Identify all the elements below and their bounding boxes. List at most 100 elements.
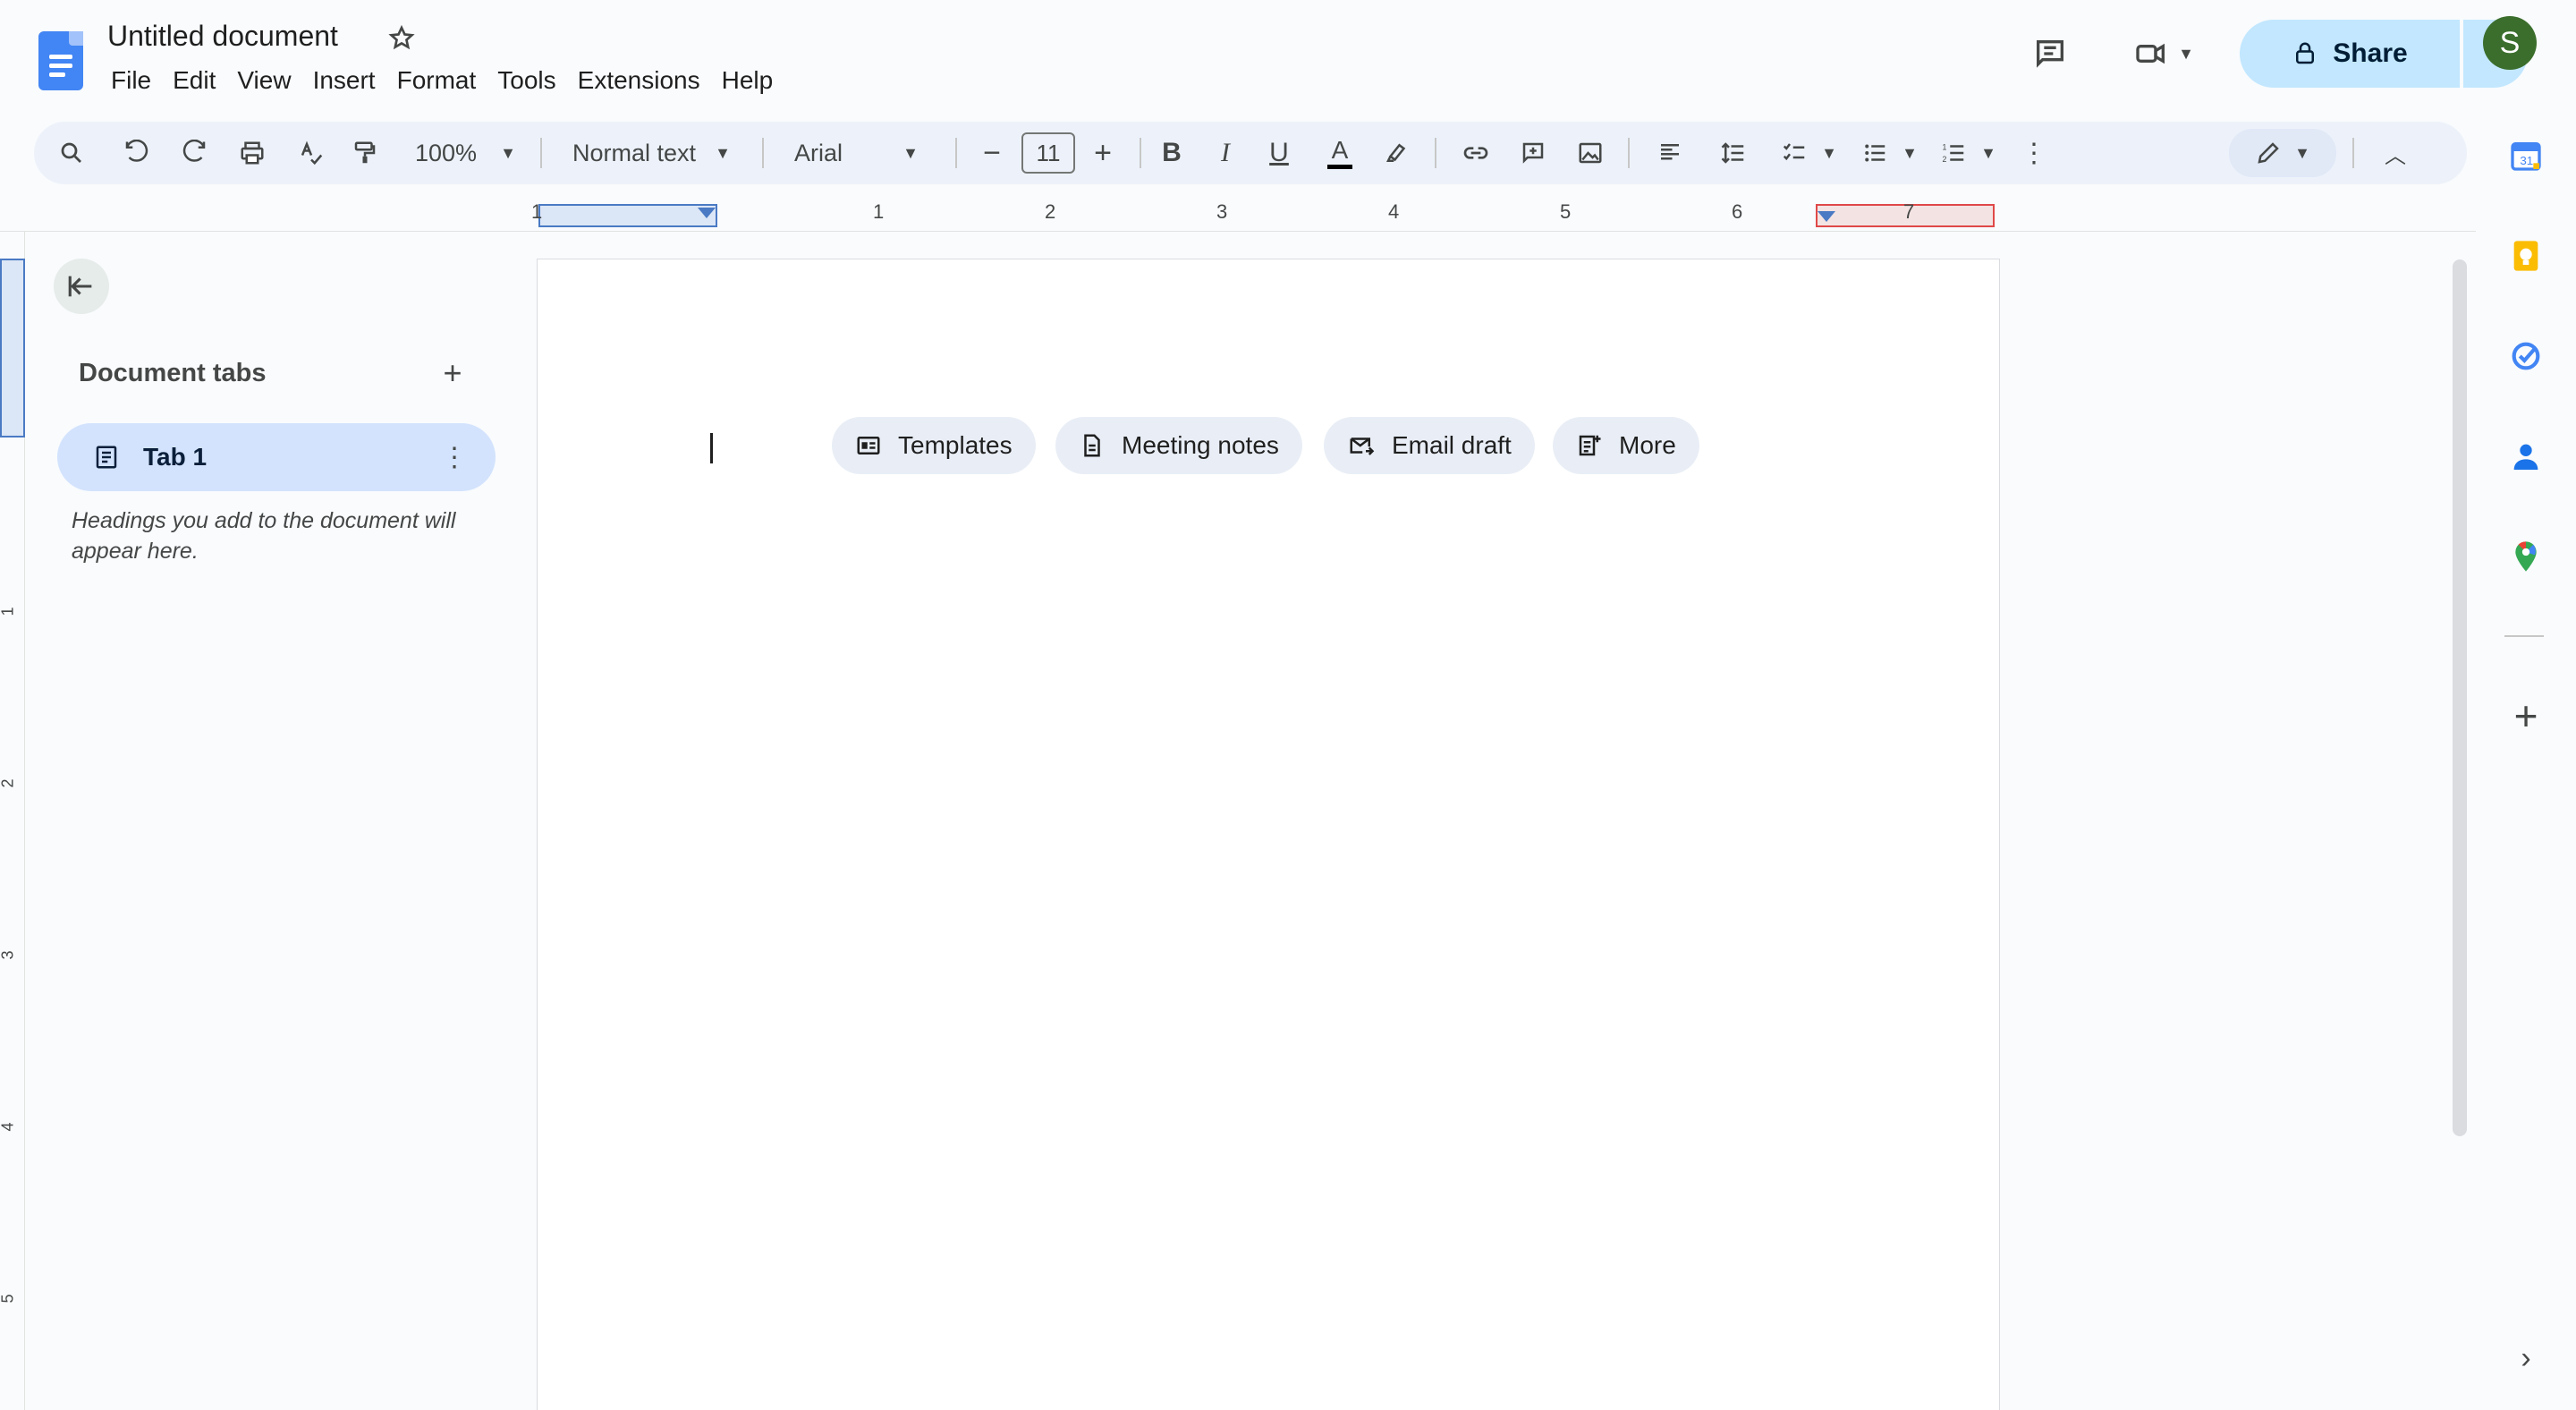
font-dropdown[interactable]: ▼: [893, 125, 928, 181]
keep-app-button[interactable]: [2478, 208, 2574, 304]
chevron-right-icon: ›: [2521, 1340, 2531, 1375]
increase-font-size-button[interactable]: +: [1082, 125, 1123, 181]
toolbar-divider: [1140, 138, 1141, 168]
menu-insert[interactable]: Insert: [302, 61, 386, 100]
left-margin-handle[interactable]: [538, 204, 717, 227]
docs-home-logo[interactable]: [20, 20, 102, 102]
style-dropdown[interactable]: ▼: [705, 125, 741, 181]
top-margin-handle[interactable]: [0, 259, 25, 437]
zoom-dropdown[interactable]: ▼: [492, 125, 524, 181]
italic-icon: I: [1221, 138, 1230, 167]
account-avatar[interactable]: S: [2483, 16, 2537, 70]
checklist-dropdown[interactable]: ▼: [1819, 125, 1839, 181]
menu-edit[interactable]: Edit: [162, 61, 226, 100]
spellcheck-button[interactable]: [286, 125, 336, 181]
chip-label: Meeting notes: [1122, 431, 1279, 459]
zoom-select[interactable]: 100%: [402, 131, 492, 175]
align-button[interactable]: [1639, 125, 1701, 181]
numbered-list-dropdown[interactable]: ▼: [1979, 125, 1998, 181]
right-indent-marker[interactable]: [1818, 211, 1835, 222]
close-outline-button[interactable]: [54, 259, 109, 314]
numbered-list-icon: 12: [1943, 142, 1964, 164]
highlight-color-button[interactable]: [1372, 125, 1422, 181]
checklist-button[interactable]: [1769, 125, 1819, 181]
font-size-value: 11: [1036, 139, 1061, 166]
plus-icon: +: [1094, 135, 1112, 170]
bulleted-list-dropdown[interactable]: ▼: [1900, 125, 1919, 181]
editing-mode-button[interactable]: ▼: [2229, 129, 2336, 177]
email-draft-chip[interactable]: Email draft: [1324, 417, 1535, 474]
vertical-scrollbar[interactable]: [2453, 259, 2467, 1136]
caret-down-icon: ▼: [500, 143, 516, 162]
decrease-font-size-button[interactable]: −: [971, 125, 1013, 181]
document-title[interactable]: Untitled document: [100, 18, 369, 54]
contacts-app-button[interactable]: [2478, 408, 2574, 505]
caret-down-icon: ▼: [2294, 143, 2310, 162]
insert-image-button[interactable]: [1565, 125, 1615, 181]
search-menus-button[interactable]: [47, 125, 97, 181]
chip-label: Templates: [898, 431, 1013, 459]
toolbar-divider: [762, 138, 764, 168]
chip-label: More: [1619, 431, 1676, 459]
caret-down-icon: ▼: [1902, 143, 1918, 162]
line-spacing-button[interactable]: [1708, 125, 1758, 181]
ruler-number: 3: [0, 950, 17, 960]
more-vert-icon: ⋮: [2021, 138, 2047, 168]
templates-chip[interactable]: Templates: [832, 417, 1036, 474]
ruler-number: 5: [0, 1294, 17, 1304]
paint-format-button[interactable]: [340, 125, 390, 181]
bold-icon: B: [1162, 138, 1182, 167]
more-chip[interactable]: More: [1553, 417, 1699, 474]
add-comment-icon: [1522, 142, 1544, 164]
tab-item-tab-1[interactable]: Tab 1: [57, 423, 496, 491]
menu-file[interactable]: File: [100, 61, 162, 100]
menu-format[interactable]: Format: [386, 61, 487, 100]
menu-tools[interactable]: Tools: [487, 61, 566, 100]
meeting-notes-chip[interactable]: Meeting notes: [1055, 417, 1302, 474]
ruler-number: 1: [531, 200, 543, 223]
comments-button[interactable]: [2014, 20, 2086, 88]
tab-options-button[interactable]: ⋮: [436, 439, 472, 475]
undo-button[interactable]: [111, 125, 161, 181]
meet-button[interactable]: ▼: [2104, 20, 2224, 88]
print-button[interactable]: [227, 125, 277, 181]
vertical-ruler[interactable]: 1 2 3 4 5: [0, 232, 25, 1410]
share-button[interactable]: Share: [2240, 20, 2460, 88]
font-select[interactable]: Arial: [782, 131, 889, 175]
caret-down-icon: ▼: [1821, 143, 1837, 162]
tasks-app-button[interactable]: [2478, 308, 2574, 404]
side-panel-divider: [2504, 635, 2544, 637]
outline-heading: Document tabs: [79, 359, 267, 387]
toolbar-divider: [955, 138, 957, 168]
style-select[interactable]: Normal text: [560, 131, 703, 175]
menu-help[interactable]: Help: [711, 61, 784, 100]
bulleted-list-button[interactable]: [1850, 125, 1900, 181]
menu-extensions[interactable]: Extensions: [567, 61, 711, 100]
add-tab-button[interactable]: +: [429, 350, 476, 396]
bold-button[interactable]: B: [1147, 125, 1197, 181]
underline-button[interactable]: U: [1254, 125, 1304, 181]
menu-view[interactable]: View: [226, 61, 301, 100]
calendar-app-button[interactable]: 31: [2478, 107, 2574, 204]
insert-link-button[interactable]: [1451, 125, 1501, 181]
show-side-panel-button[interactable]: ›: [2478, 1310, 2574, 1406]
numbered-list-button[interactable]: 12: [1928, 125, 1979, 181]
redo-button[interactable]: [170, 125, 220, 181]
maps-app-button[interactable]: [2478, 508, 2574, 605]
ruler-number: 2: [1045, 200, 1056, 223]
first-line-indent-marker[interactable]: [698, 208, 716, 218]
ruler-number: 7: [1903, 200, 1915, 223]
align-left-icon: [1661, 144, 1679, 160]
ruler-number: 4: [1388, 200, 1400, 223]
star-button[interactable]: [379, 18, 424, 59]
font-size-input[interactable]: 11: [1021, 132, 1075, 174]
add-comment-button[interactable]: [1508, 125, 1558, 181]
hide-menus-button[interactable]: ︿: [2370, 125, 2420, 181]
text-color-button[interactable]: A: [1315, 125, 1365, 181]
italic-button[interactable]: I: [1200, 125, 1250, 181]
text-color-swatch: [1327, 164, 1352, 169]
chevron-up-icon: ︿: [2385, 143, 2406, 168]
horizontal-ruler[interactable]: [533, 199, 2000, 231]
get-addons-button[interactable]: +: [2478, 667, 2574, 764]
more-tools-button[interactable]: ⋮: [2009, 125, 2059, 181]
